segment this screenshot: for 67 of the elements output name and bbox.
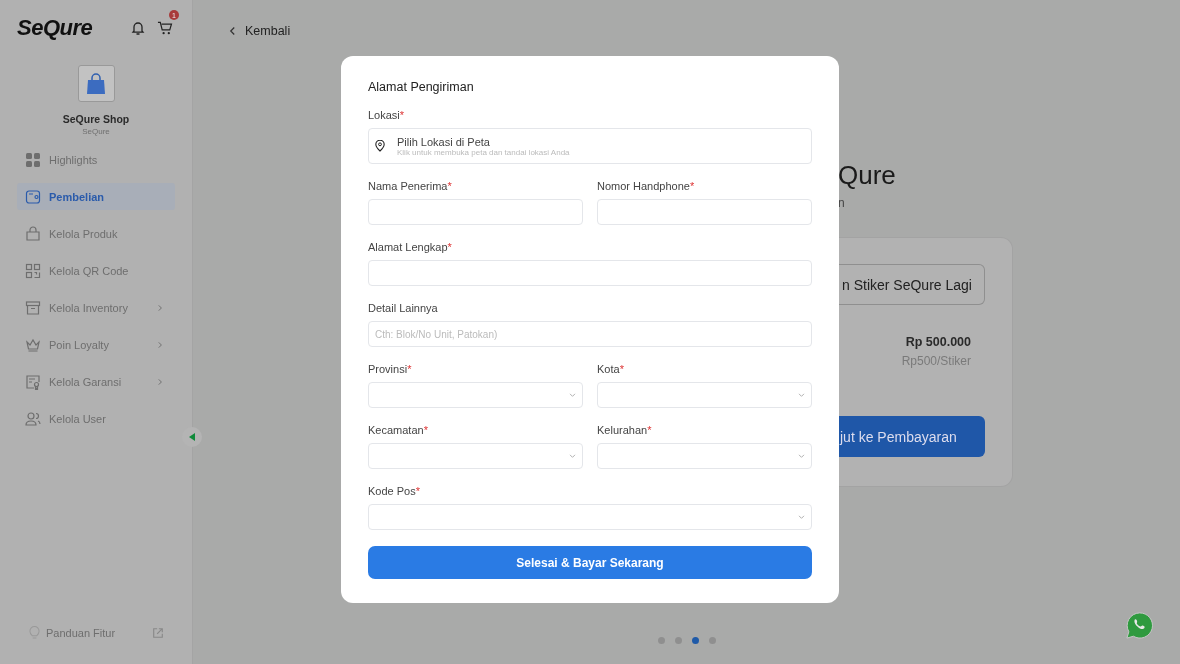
select-field[interactable] xyxy=(368,504,812,530)
field-label: Kota* xyxy=(597,362,625,376)
location-pin-icon xyxy=(375,140,385,152)
box-icon xyxy=(25,299,41,316)
sidebar-item[interactable]: Kelola QR Code xyxy=(17,257,175,284)
sidebar-item[interactable]: Highlights xyxy=(17,146,175,173)
field-label: Provinsi* xyxy=(368,362,413,376)
field-label: Detail Lainnya xyxy=(368,301,439,315)
field-label: Kode Pos* xyxy=(368,484,421,498)
grid-icon xyxy=(25,151,41,168)
bag-icon xyxy=(25,225,41,242)
page-subtitle: n xyxy=(838,196,845,210)
pager-dot[interactable] xyxy=(675,637,682,644)
submit-button[interactable]: Selesai & Bayar Sekarang xyxy=(368,546,812,579)
chevron-down-icon xyxy=(798,514,805,520)
sidebar-item[interactable]: Kelola Produk xyxy=(17,220,175,247)
pager-dot[interactable] xyxy=(658,637,665,644)
input-field[interactable]: Cth: Blok/No Unit, Patokan) xyxy=(368,321,812,347)
add-stickers-button[interactable]: n Stiker SeQure Lagi xyxy=(838,264,985,305)
wallet-icon xyxy=(25,188,41,205)
cart-icon[interactable] xyxy=(157,20,174,36)
continue-payment-button[interactable]: jut ke Pembayaran xyxy=(838,416,985,457)
input-field[interactable] xyxy=(597,199,812,225)
select-field[interactable] xyxy=(368,382,583,408)
chat-bubble-icon[interactable] xyxy=(1125,611,1154,640)
field-label: Lokasi* xyxy=(368,108,406,122)
chevron-right-icon xyxy=(157,377,164,386)
chevron-right-icon xyxy=(157,340,164,349)
chevron-left-icon xyxy=(229,26,236,36)
users-icon xyxy=(25,410,41,427)
select-field[interactable] xyxy=(597,443,812,469)
shopping-bag-icon xyxy=(86,72,106,95)
lightbulb-icon xyxy=(29,625,40,640)
caret-left-icon xyxy=(189,433,195,441)
select-field[interactable] xyxy=(597,382,812,408)
sidebar-item[interactable]: Poin Loyalty xyxy=(17,331,175,358)
dialog-title: Alamat Pengiriman xyxy=(368,80,475,94)
chevron-down-icon xyxy=(798,453,805,459)
sidebar-item[interactable]: Kelola Garansi xyxy=(17,368,175,395)
field-label: Kelurahan* xyxy=(597,423,653,437)
field-label: Nama Penerima* xyxy=(368,179,453,193)
select-field[interactable] xyxy=(368,443,583,469)
pager-dot[interactable] xyxy=(709,637,716,644)
external-link-icon[interactable] xyxy=(152,626,164,639)
sidebar-item[interactable]: Pembelian xyxy=(17,183,175,210)
chevron-down-icon xyxy=(569,453,576,459)
bell-icon[interactable] xyxy=(130,20,146,36)
qr-icon xyxy=(25,262,41,279)
guide-link[interactable]: Panduan Fitur xyxy=(46,626,146,639)
unit-price: Rp500/Stiker xyxy=(901,354,971,368)
total-price: Rp 500.000 xyxy=(905,335,971,349)
field-label: Nomor Handphone* xyxy=(597,179,696,193)
back-link[interactable]: Kembali xyxy=(229,24,291,38)
sidebar-item[interactable]: Kelola User xyxy=(17,405,175,432)
chevron-down-icon xyxy=(569,392,576,398)
page-title: Qure xyxy=(838,160,896,190)
shop-name: SeQure Shop xyxy=(62,113,130,125)
sidebar-item[interactable]: Kelola Inventory xyxy=(17,294,175,321)
input-field[interactable] xyxy=(368,199,583,225)
chevron-down-icon xyxy=(798,392,805,398)
field-label: Kecamatan* xyxy=(368,423,429,437)
cert-icon xyxy=(25,373,41,390)
pager-dot[interactable] xyxy=(692,637,699,644)
field-label: Alamat Lengkap* xyxy=(368,240,453,254)
input-field[interactable] xyxy=(368,260,812,286)
logo[interactable]: SeQure xyxy=(17,15,93,41)
chevron-right-icon xyxy=(157,303,164,312)
